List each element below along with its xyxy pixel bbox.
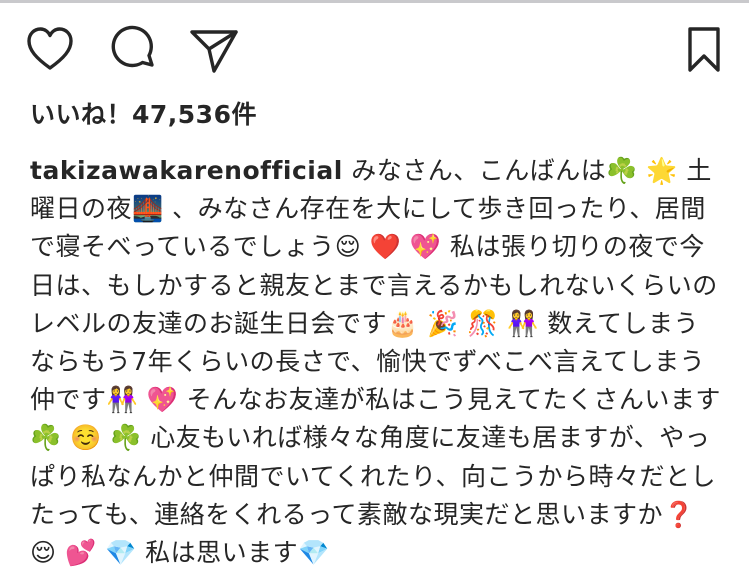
like-button[interactable] [22,22,78,78]
heart-icon [27,27,73,70]
comment-bubble-icon [111,25,154,68]
caption-username[interactable]: takizawakarenofficial [30,156,343,185]
top-divider [0,0,749,3]
paper-plane-icon [190,30,238,73]
bookmark-icon [688,27,720,72]
post-caption: takizawakarenofficial みなさん、こんばんは☘️ 🌟 土曜日… [30,152,724,572]
caption-text: みなさん、こんばんは☘️ 🌟 土曜日の夜🌉 、みなさん存在を大にして歩き回ったり… [30,156,721,568]
share-button[interactable] [186,22,242,78]
like-count: いいね！47,536件 [30,100,257,129]
post-action-bar [0,22,749,78]
save-button[interactable] [676,22,732,78]
comment-button[interactable] [105,22,161,78]
